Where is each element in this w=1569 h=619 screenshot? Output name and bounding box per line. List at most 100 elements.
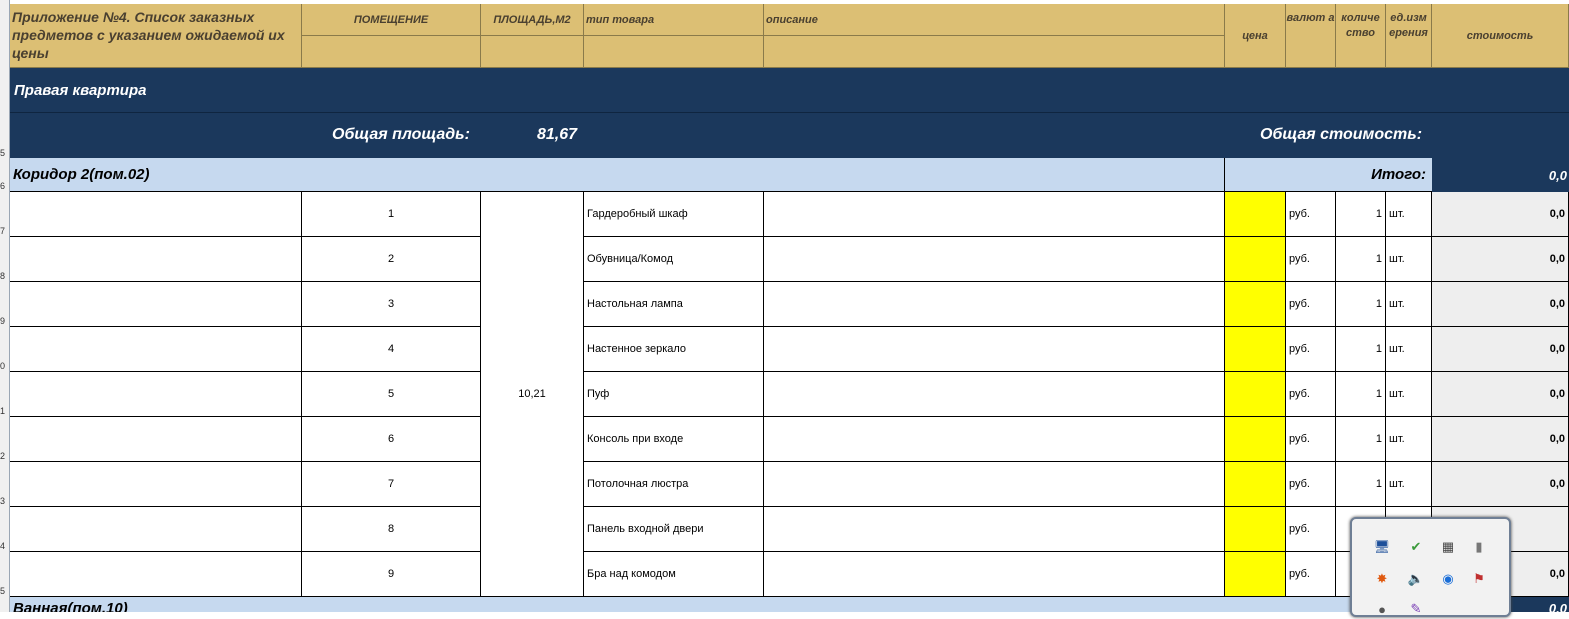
next-section-name-cell[interactable]: Ванная(пом.10) [10, 597, 1225, 612]
web-icon[interactable]: ◉ [1438, 569, 1458, 589]
item-price-cell[interactable] [1225, 507, 1286, 552]
volume-icon[interactable]: 🔈 [1406, 569, 1426, 589]
item-number-cell[interactable]: 2 [302, 237, 481, 282]
item-cost-cell[interactable]: 0,0 [1432, 327, 1569, 372]
item-currency-cell[interactable]: руб. [1286, 327, 1336, 372]
item-desc-cell[interactable] [764, 237, 1225, 282]
item-price-cell[interactable] [1225, 552, 1286, 597]
item-type-cell[interactable]: Настенное зеркало [584, 327, 764, 372]
item-desc-cell[interactable] [764, 192, 1225, 237]
item-unit-cell[interactable]: шт. [1386, 327, 1432, 372]
item-type-cell[interactable]: Потолочная люстра [584, 462, 764, 507]
alert-icon[interactable]: ✸ [1372, 569, 1392, 589]
tray-overflow-popup[interactable]: 🖥 ✔ ▦ ▮ ✸ 🔈 ◉ ⚑ ● ✎ [1350, 517, 1511, 617]
item-type-cell[interactable]: Бра над комодом [584, 552, 764, 597]
item-type-cell[interactable]: Панель входной двери [584, 507, 764, 552]
area-merged-cell[interactable]: 10,21 [481, 192, 584, 597]
header-room-sub[interactable] [302, 36, 481, 68]
item-qty-cell[interactable]: 1 [1336, 462, 1386, 507]
item-unit-cell[interactable]: шт. [1386, 282, 1432, 327]
item-qty-cell[interactable]: 1 [1336, 417, 1386, 462]
item-cost-cell[interactable]: 0,0 [1432, 462, 1569, 507]
header-area-sub[interactable] [481, 36, 584, 68]
room-name-cell[interactable] [10, 372, 302, 417]
header-unit[interactable]: ед.изм ерения [1386, 4, 1432, 68]
room-name-cell[interactable] [10, 192, 302, 237]
item-price-cell[interactable] [1225, 282, 1286, 327]
header-room[interactable]: ПОМЕЩЕНИЕ [302, 4, 481, 36]
item-qty-cell[interactable]: 1 [1336, 282, 1386, 327]
item-desc-cell[interactable] [764, 282, 1225, 327]
item-currency-cell[interactable]: руб. [1286, 507, 1336, 552]
item-qty-cell[interactable]: 1 [1336, 237, 1386, 282]
item-currency-cell[interactable]: руб. [1286, 462, 1336, 507]
item-type-cell[interactable]: Консоль при входе [584, 417, 764, 462]
room-name-cell[interactable] [10, 552, 302, 597]
item-number-cell[interactable]: 8 [302, 507, 481, 552]
item-type-cell[interactable]: Обувница/Комод [584, 237, 764, 282]
header-type[interactable]: тип товара [584, 4, 764, 36]
header-price[interactable]: цена [1225, 4, 1286, 68]
item-unit-cell[interactable]: шт. [1386, 372, 1432, 417]
security-icon[interactable]: ✔ [1406, 537, 1426, 557]
item-type-cell[interactable]: Пуф [584, 372, 764, 417]
section-total-value-cell[interactable]: 0,0 [1432, 158, 1569, 192]
network-icon[interactable]: 🖥 [1372, 537, 1392, 557]
item-currency-cell[interactable]: руб. [1286, 552, 1336, 597]
item-price-cell[interactable] [1225, 327, 1286, 372]
room-name-cell[interactable] [10, 417, 302, 462]
item-qty-cell[interactable]: 1 [1336, 192, 1386, 237]
item-price-cell[interactable] [1225, 372, 1286, 417]
item-cost-cell[interactable]: 0,0 [1432, 192, 1569, 237]
item-desc-cell[interactable] [764, 552, 1225, 597]
room-name-cell[interactable] [10, 462, 302, 507]
item-number-cell[interactable]: 4 [302, 327, 481, 372]
printer-icon[interactable]: ▦ [1438, 537, 1458, 557]
item-number-cell[interactable]: 6 [302, 417, 481, 462]
room-name-cell[interactable] [10, 507, 302, 552]
header-desc-sub[interactable] [764, 36, 1225, 68]
disk-icon[interactable]: ● [1372, 599, 1392, 619]
item-desc-cell[interactable] [764, 327, 1225, 372]
apartment-total-row[interactable]: Общая площадь: 81,67 Общая стоимость: [10, 113, 1569, 158]
item-cost-cell[interactable]: 0,0 [1432, 417, 1569, 462]
item-price-cell[interactable] [1225, 237, 1286, 282]
item-unit-cell[interactable]: шт. [1386, 192, 1432, 237]
room-name-cell[interactable] [10, 327, 302, 372]
item-unit-cell[interactable]: шт. [1386, 417, 1432, 462]
item-desc-cell[interactable] [764, 507, 1225, 552]
item-currency-cell[interactable]: руб. [1286, 237, 1336, 282]
item-desc-cell[interactable] [764, 462, 1225, 507]
item-qty-cell[interactable]: 1 [1336, 372, 1386, 417]
header-qty[interactable]: количе ство [1336, 4, 1386, 68]
item-desc-cell[interactable] [764, 372, 1225, 417]
item-desc-cell[interactable] [764, 417, 1225, 462]
flag-icon[interactable]: ⚑ [1469, 569, 1489, 589]
item-price-cell[interactable] [1225, 417, 1286, 462]
room-name-cell[interactable] [10, 282, 302, 327]
item-type-cell[interactable]: Настольная лампа [584, 282, 764, 327]
header-currency[interactable]: валют а [1286, 4, 1336, 68]
item-cost-cell[interactable]: 0,0 [1432, 372, 1569, 417]
item-number-cell[interactable]: 7 [302, 462, 481, 507]
item-currency-cell[interactable]: руб. [1286, 417, 1336, 462]
section-name-cell[interactable]: Коридор 2(пом.02) [10, 158, 1225, 192]
signal-icon[interactable]: ▮ [1469, 537, 1489, 557]
item-number-cell[interactable]: 1 [302, 192, 481, 237]
item-cost-cell[interactable]: 0,0 [1432, 282, 1569, 327]
item-price-cell[interactable] [1225, 192, 1286, 237]
item-number-cell[interactable]: 9 [302, 552, 481, 597]
header-desc[interactable]: описание [764, 4, 1225, 36]
item-type-cell[interactable]: Гардеробный шкаф [584, 192, 764, 237]
header-type-sub[interactable] [584, 36, 764, 68]
header-cost[interactable]: стоимость [1432, 4, 1569, 68]
item-unit-cell[interactable]: шт. [1386, 462, 1432, 507]
item-cost-cell[interactable]: 0,0 [1432, 237, 1569, 282]
item-unit-cell[interactable]: шт. [1386, 237, 1432, 282]
item-qty-cell[interactable]: 1 [1336, 327, 1386, 372]
item-price-cell[interactable] [1225, 462, 1286, 507]
section-total-label-cell[interactable]: Итого: [1225, 158, 1432, 192]
header-area[interactable]: ПЛОЩАДЬ,М2 [481, 4, 584, 36]
item-number-cell[interactable]: 5 [302, 372, 481, 417]
room-name-cell[interactable] [10, 237, 302, 282]
